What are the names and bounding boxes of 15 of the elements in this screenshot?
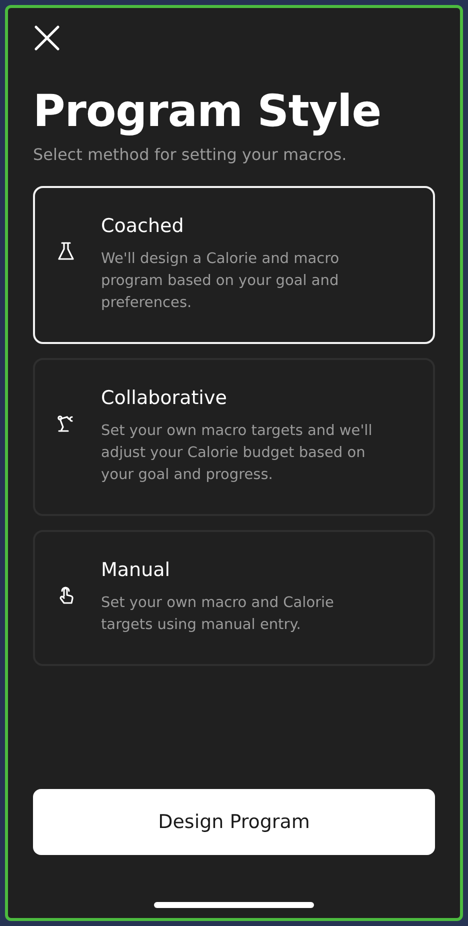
page-subtitle: Select method for setting your macros. — [33, 144, 348, 166]
option-title: Collaborative — [101, 386, 228, 410]
option-title: Coached — [101, 214, 185, 238]
option-title: Manual — [101, 558, 172, 582]
option-card[interactable]: Coached We'll design a Calorie and macro program based on your goal and preferences. — [33, 186, 435, 344]
option-description: Set your own macro targets and we'll adjust your Calorie budget based on your goal and progress. — [101, 422, 374, 485]
option-card[interactable]: Collaborative Set your own macro targets and we'll adjust your Calorie budget based on your goal and progress. — [33, 358, 435, 516]
close-icon — [34, 25, 60, 51]
option-description: Set your own macro and Calorie targets using manual entry. — [101, 594, 335, 635]
option-description: We'll design a Calorie and macro program based on your goal and preferences. — [101, 250, 340, 313]
flask-icon — [55, 240, 77, 262]
design-program-button[interactable]: Design Program — [33, 789, 435, 855]
option-card[interactable]: Manual Set your own macro and Calorie targets using manual entry. — [33, 530, 435, 666]
page-title: Program Style — [33, 86, 382, 138]
close-button[interactable] — [33, 24, 61, 52]
